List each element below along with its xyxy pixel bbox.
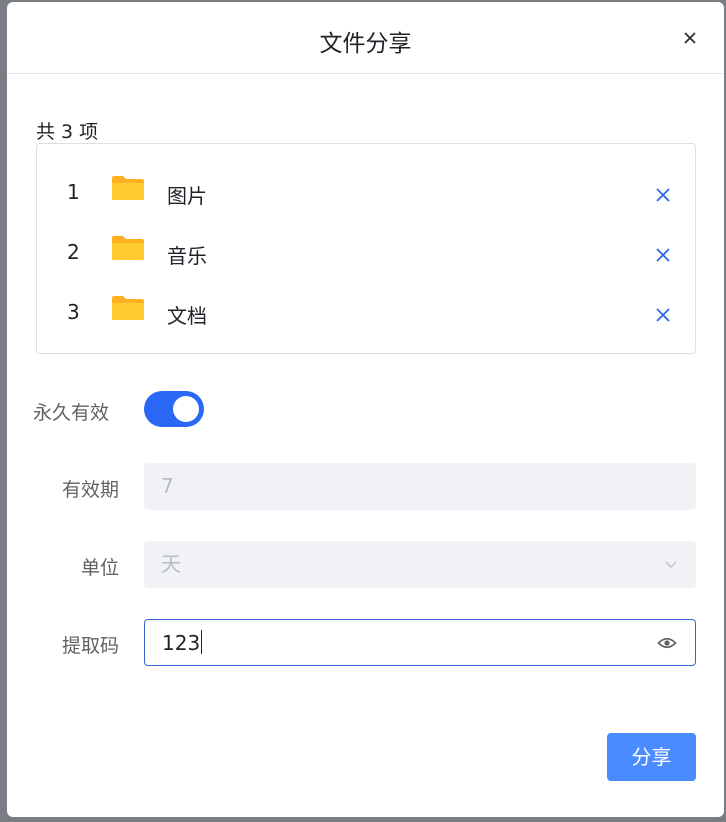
validity-value: 7 bbox=[161, 474, 174, 498]
share-dialog: 文件分享 共 3 项 1 图片 2 音乐 3 文档 永久有效 有效期 7 单位 … bbox=[7, 2, 724, 817]
item-name: 音乐 bbox=[167, 244, 207, 268]
code-input[interactable]: 123 bbox=[144, 619, 696, 666]
list-item: 3 文档 bbox=[37, 292, 695, 332]
list-item: 1 图片 bbox=[37, 172, 695, 212]
unit-value: 天 bbox=[161, 552, 181, 576]
folder-icon bbox=[112, 296, 144, 320]
dialog-title: 文件分享 bbox=[319, 31, 412, 57]
remove-icon[interactable] bbox=[654, 186, 672, 204]
unit-label: 单位 bbox=[80, 557, 119, 579]
item-name: 文档 bbox=[167, 304, 207, 328]
remove-icon[interactable] bbox=[654, 306, 672, 324]
eye-icon[interactable] bbox=[657, 633, 677, 653]
permanent-label: 永久有效 bbox=[33, 402, 110, 424]
permanent-toggle[interactable] bbox=[144, 391, 204, 427]
chevron-down-icon bbox=[665, 561, 677, 569]
code-label: 提取码 bbox=[61, 635, 119, 657]
close-icon[interactable] bbox=[680, 28, 700, 48]
validity-label: 有效期 bbox=[61, 479, 119, 501]
folder-icon bbox=[112, 176, 144, 200]
validity-input[interactable]: 7 bbox=[144, 463, 696, 510]
toggle-knob bbox=[173, 396, 199, 422]
dialog-header: 文件分享 bbox=[7, 2, 724, 74]
share-button[interactable]: 分享 bbox=[607, 733, 696, 781]
folder-icon bbox=[112, 236, 144, 260]
item-index: 3 bbox=[67, 300, 80, 324]
list-item: 2 音乐 bbox=[37, 232, 695, 272]
file-list: 1 图片 2 音乐 3 文档 bbox=[36, 143, 696, 354]
item-count-label: 共 3 项 bbox=[36, 121, 99, 143]
code-value: 123 bbox=[162, 631, 201, 655]
item-index: 2 bbox=[67, 240, 80, 264]
remove-icon[interactable] bbox=[654, 246, 672, 264]
unit-select[interactable]: 天 bbox=[144, 541, 696, 588]
item-index: 1 bbox=[67, 180, 80, 204]
item-name: 图片 bbox=[167, 184, 207, 208]
text-caret bbox=[201, 630, 203, 654]
